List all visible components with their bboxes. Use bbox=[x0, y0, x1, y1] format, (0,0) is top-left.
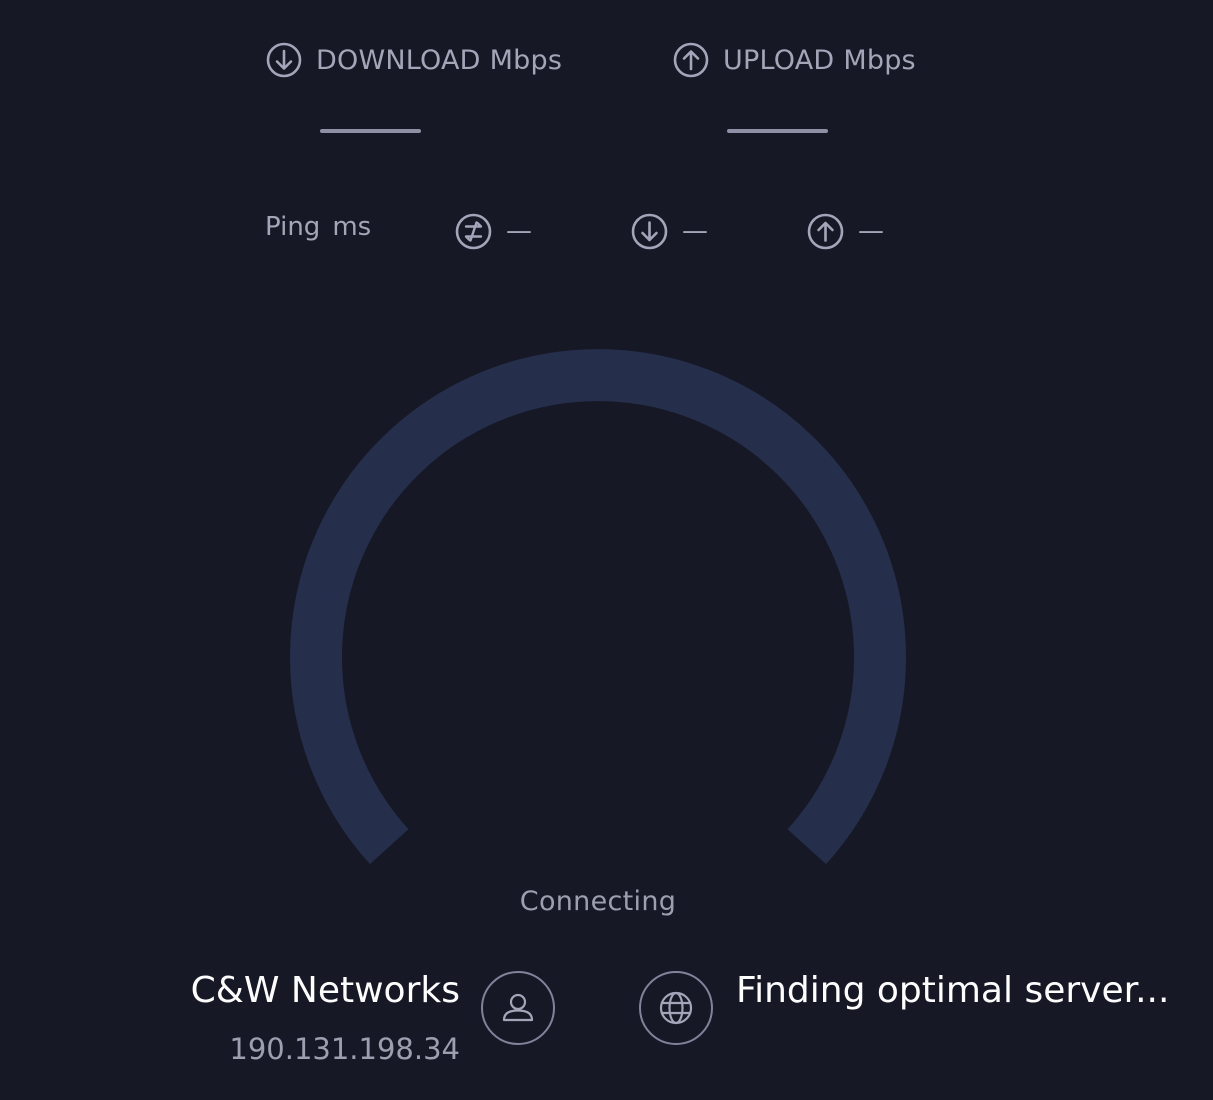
upload-arrow-icon bbox=[807, 213, 844, 249]
speed-gauge bbox=[290, 349, 906, 865]
upload-arrow-icon bbox=[673, 42, 709, 78]
download-value-placeholder bbox=[320, 129, 421, 133]
download-unit: Mbps bbox=[489, 44, 563, 76]
download-label: DOWNLOAD bbox=[316, 44, 481, 76]
isp-name: C&W Networks bbox=[190, 970, 460, 1011]
idle-ping-value: — bbox=[506, 216, 532, 246]
server-name: Finding optimal server... bbox=[736, 970, 1170, 1011]
user-icon bbox=[502, 993, 534, 1022]
download-ping: — bbox=[631, 212, 708, 250]
connection-status: Connecting bbox=[519, 886, 677, 917]
ping-label: Ping ms bbox=[265, 212, 371, 242]
upload-ping: — bbox=[807, 212, 884, 250]
upload-unit: Mbps bbox=[843, 44, 916, 76]
gauge-track bbox=[290, 349, 906, 865]
upload-label: UPLOAD bbox=[723, 44, 835, 76]
download-arrow-icon bbox=[266, 42, 302, 78]
download-arrow-icon bbox=[631, 213, 668, 249]
idle-ping-icon bbox=[455, 213, 492, 249]
download-metric-header: DOWNLOAD Mbps bbox=[266, 40, 562, 80]
provider-button[interactable] bbox=[481, 971, 555, 1045]
ping-text: Ping bbox=[265, 212, 321, 242]
server-button[interactable] bbox=[639, 971, 713, 1045]
ping-unit: ms bbox=[332, 212, 372, 242]
upload-metric-header: UPLOAD Mbps bbox=[673, 40, 916, 80]
upload-ping-value: — bbox=[858, 216, 884, 246]
globe-icon bbox=[659, 991, 693, 1025]
download-ping-value: — bbox=[682, 216, 708, 246]
isp-ip-address: 190.131.198.34 bbox=[229, 1032, 460, 1066]
idle-ping: — bbox=[455, 212, 532, 250]
upload-value-placeholder bbox=[727, 129, 828, 133]
